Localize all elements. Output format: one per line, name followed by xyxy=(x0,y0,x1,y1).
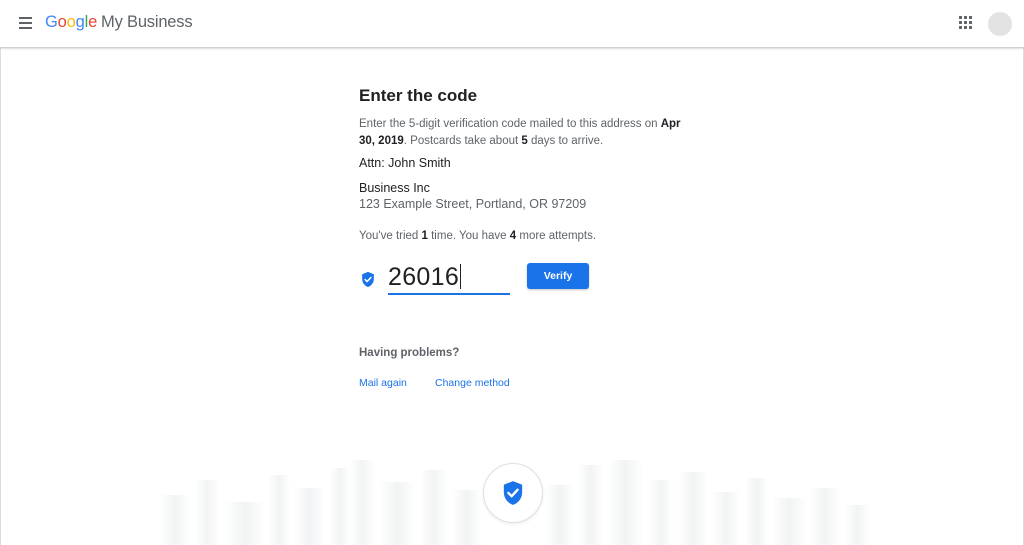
change-method-link[interactable]: Change method xyxy=(435,377,510,389)
verification-description: Enter the 5-digit verification code mail… xyxy=(359,118,681,147)
menu-icon[interactable] xyxy=(16,13,36,33)
code-value: 26016 xyxy=(388,263,460,291)
having-problems-heading: Having problems? xyxy=(359,347,460,359)
google-my-business-logo[interactable]: Google My Business xyxy=(45,13,193,32)
apps-grid-icon[interactable] xyxy=(959,16,973,30)
business-name: Business Inc xyxy=(359,181,430,195)
verified-shield-icon xyxy=(503,481,523,505)
product-name: My Business xyxy=(101,13,193,31)
attention-line: Attn: John Smith xyxy=(359,156,451,170)
attempts-status: You've tried 1 time. You have 4 more att… xyxy=(359,230,597,242)
business-address: 123 Example Street, Portland, OR 97209 xyxy=(359,197,587,211)
verify-button[interactable]: Verify xyxy=(527,263,589,289)
top-app-bar: Google My Business xyxy=(0,0,1024,47)
verification-code-input[interactable]: 26016 xyxy=(388,258,510,295)
verified-shield-icon xyxy=(362,271,374,288)
mail-again-link[interactable]: Mail again xyxy=(359,377,407,389)
text-caret xyxy=(460,264,462,289)
avatar[interactable] xyxy=(988,12,1012,36)
page-title: Enter the code xyxy=(359,86,478,105)
